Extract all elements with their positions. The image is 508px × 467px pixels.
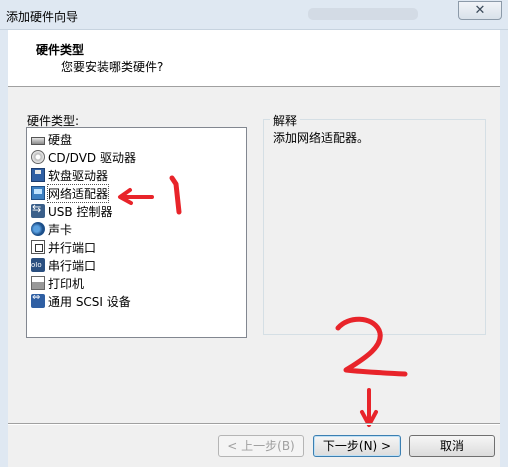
list-item-label: 通用 SCSI 设备 (48, 294, 131, 309)
description-label: 解释 (270, 112, 301, 129)
list-item-hard-disk[interactable]: 硬盘 (31, 130, 72, 148)
blurred-region (308, 8, 418, 20)
header-title: 硬件类型 (36, 43, 85, 57)
list-item-floppy[interactable]: 软盘驱动器 (31, 166, 108, 184)
list-item-label: CD/DVD 驱动器 (48, 150, 136, 165)
list-item-network-adapter[interactable]: 网络适配器 (31, 183, 110, 203)
list-item-scsi[interactable]: 通用 SCSI 设备 (31, 292, 131, 310)
wizard-header: 硬件类型 您要安装哪类硬件? (8, 30, 500, 87)
serial-port-icon (31, 258, 45, 272)
description-text: 添加网络适配器。 (273, 131, 370, 145)
title-bar: 添加硬件向导 ✕ (0, 0, 508, 30)
list-item-printer[interactable]: 打印机 (31, 274, 84, 292)
list-item-sound-card[interactable]: 声卡 (31, 220, 72, 238)
list-item-label: 声卡 (48, 222, 73, 237)
cancel-button[interactable]: 取消 (409, 435, 495, 457)
cd-dvd-icon (31, 150, 45, 164)
list-item-usb-controller[interactable]: USB 控制器 (31, 202, 112, 220)
printer-icon (31, 276, 45, 290)
list-item-label: 并行端口 (48, 240, 97, 255)
close-icon: ✕ (474, 3, 486, 18)
window-frame-right (500, 30, 508, 467)
window-frame-left (0, 30, 8, 467)
back-button[interactable]: < 上一步(B) (218, 435, 304, 457)
list-item-parallel-port[interactable]: 并行端口 (31, 238, 96, 256)
list-item-label: 硬盘 (48, 132, 73, 147)
window-title: 添加硬件向导 (6, 10, 79, 24)
list-item-label: 网络适配器 (46, 183, 110, 203)
description-group (263, 119, 486, 335)
list-item-serial-port[interactable]: 串行端口 (31, 256, 96, 274)
list-item-label: 软盘驱动器 (48, 168, 109, 183)
parallel-port-icon (31, 240, 45, 254)
hardware-type-list[interactable]: 硬盘 CD/DVD 驱动器 软盘驱动器 网络适配器 USB 控制器 声卡 并行端… (26, 127, 247, 338)
scsi-icon (31, 292, 45, 308)
header-subtitle: 您要安装哪类硬件? (61, 60, 164, 74)
list-item-label: USB 控制器 (48, 204, 113, 219)
next-button[interactable]: 下一步(N) > (313, 435, 401, 457)
list-item-cd-dvd[interactable]: CD/DVD 驱动器 (31, 148, 136, 166)
button-separator (8, 423, 500, 425)
network-adapter-icon (31, 186, 45, 200)
list-item-label: 串行端口 (48, 258, 97, 273)
close-button[interactable]: ✕ (458, 1, 502, 20)
hard-disk-icon (31, 137, 45, 145)
usb-icon (31, 202, 45, 218)
sound-card-icon (31, 222, 45, 236)
floppy-icon (31, 168, 45, 182)
arrow-to-next-button (360, 388, 378, 427)
list-item-label: 打印机 (48, 276, 85, 291)
